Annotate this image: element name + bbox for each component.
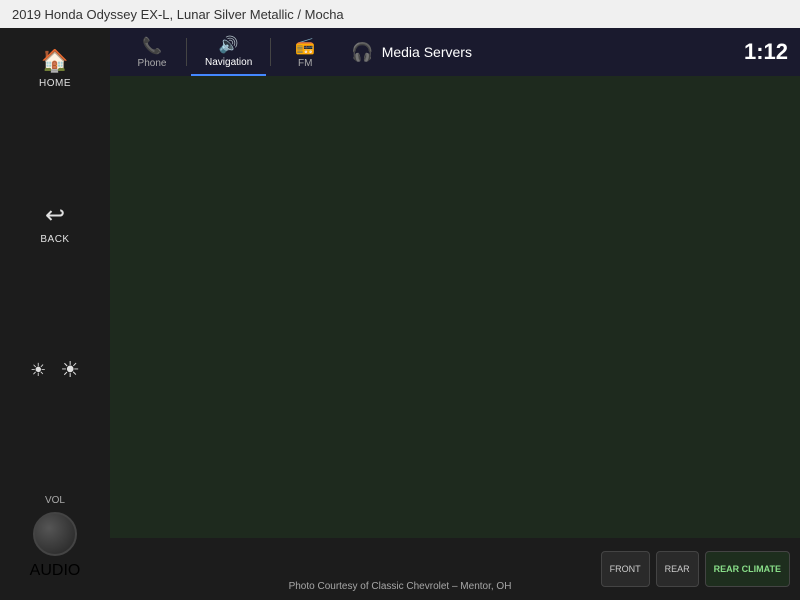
navigation-bar: 📞 Phone 🔊 Navigation 📻 FM 🎧 — [110, 28, 800, 76]
home-icon: 🏠 — [41, 48, 68, 74]
tab-navigation-label: Navigation — [205, 57, 252, 68]
top-info-bar: 2019 Honda Odyssey EX-L, Lunar Silver Me… — [0, 0, 800, 28]
tab-separator-2 — [270, 38, 271, 66]
vol-label: VOL — [45, 495, 65, 506]
volume-knob[interactable] — [33, 512, 77, 556]
front-button[interactable]: FRONT — [601, 551, 650, 587]
navigation-icon: 🔊 — [219, 35, 239, 55]
home-button[interactable]: 🏠 HOME — [39, 48, 71, 89]
time-display: 1:12 — [744, 39, 788, 65]
back-label: BACK — [40, 234, 69, 245]
car-title: 2019 Honda Odyssey EX-L, Lunar Silver Me… — [12, 7, 344, 22]
fm-icon: 📻 — [295, 36, 315, 56]
tab-fm-label: FM — [298, 58, 312, 69]
screen: 📞 Phone 🔊 Navigation 📻 FM 🎧 — [110, 28, 800, 538]
tab-navigation[interactable]: 🔊 Navigation — [191, 29, 266, 76]
phone-icon: 📞 — [142, 36, 162, 56]
rear-climate-button[interactable]: REAR CLIMATE — [705, 551, 790, 587]
tab-phone[interactable]: 📞 Phone — [122, 30, 182, 75]
brightness-controls: ☀ ☀ — [30, 357, 80, 383]
left-controls-panel: 🏠 HOME ↩ BACK ☀ ☀ VOL AUDIO — [0, 28, 110, 600]
home-label: HOME — [39, 78, 71, 89]
headphones-icon: 🎧 — [351, 42, 373, 63]
main-area: 🏠 HOME ↩ BACK ☀ ☀ VOL AUDIO 📞 Phone — [0, 28, 800, 600]
back-button[interactable]: ↩ BACK — [40, 201, 69, 245]
audio-label: AUDIO — [30, 562, 81, 580]
back-icon: ↩ — [45, 201, 65, 230]
tab-separator-1 — [186, 38, 187, 66]
volume-section: VOL AUDIO — [30, 495, 81, 580]
rear-button[interactable]: REAR — [656, 551, 699, 587]
bottom-controls: FRONT REAR REAR CLIMATE — [110, 538, 800, 600]
brightness-up-icon[interactable]: ☀ — [60, 357, 80, 383]
infotainment-screen: 📞 Phone 🔊 Navigation 📻 FM 🎧 — [110, 28, 800, 600]
tab-fm[interactable]: 📻 FM — [275, 30, 335, 75]
brightness-down-icon[interactable]: ☀ — [30, 360, 46, 381]
tab-phone-label: Phone — [138, 58, 167, 69]
nav-tabs: 📞 Phone 🔊 Navigation 📻 FM — [122, 29, 335, 76]
media-section: 🎧 Media Servers — [351, 42, 472, 63]
media-label: Media Servers — [382, 44, 472, 60]
